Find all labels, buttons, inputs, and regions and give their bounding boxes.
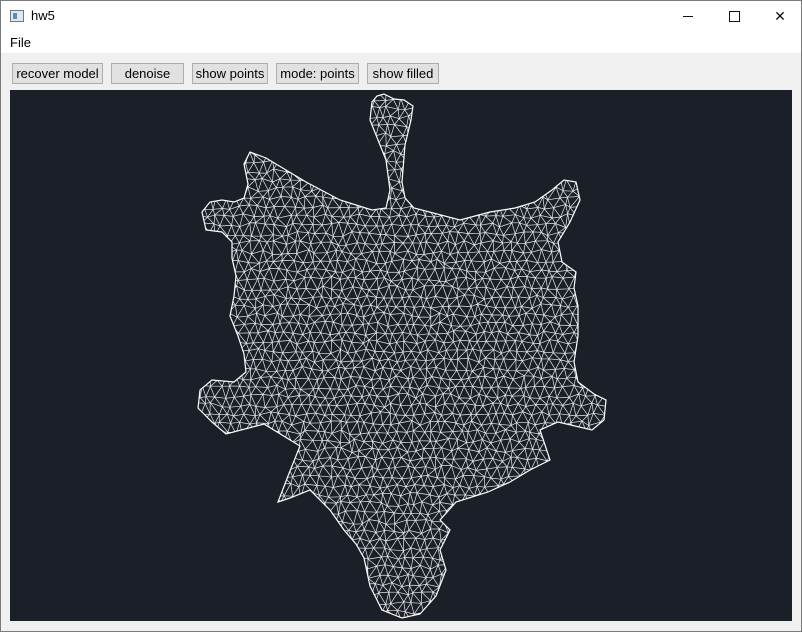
mesh-edges	[198, 94, 606, 618]
app-window: hw5 ✕ File recover model denoise show po…	[0, 0, 802, 632]
menu-file[interactable]: File	[10, 35, 31, 50]
render-viewport[interactable]	[10, 90, 792, 621]
show-points-button[interactable]: show points	[192, 63, 268, 84]
title-bar: hw5 ✕	[1, 1, 801, 31]
maximize-icon	[728, 10, 740, 22]
menu-bar: File	[1, 31, 801, 53]
close-icon: ✕	[774, 7, 786, 24]
close-button[interactable]: ✕	[757, 1, 801, 31]
app-window-icon	[10, 10, 24, 22]
recover-model-button[interactable]: recover model	[12, 63, 103, 84]
mode-points-button[interactable]: mode: points	[276, 63, 359, 84]
maximize-button[interactable]	[711, 1, 757, 31]
minimize-button[interactable]	[665, 1, 711, 31]
show-filled-button[interactable]: show filled	[367, 63, 439, 84]
minimize-icon	[683, 15, 693, 17]
window-title: hw5	[31, 8, 55, 23]
denoise-button[interactable]: denoise	[111, 63, 184, 84]
toolbar: recover model denoise show points mode: …	[1, 53, 801, 91]
wireframe-mesh	[197, 93, 607, 619]
